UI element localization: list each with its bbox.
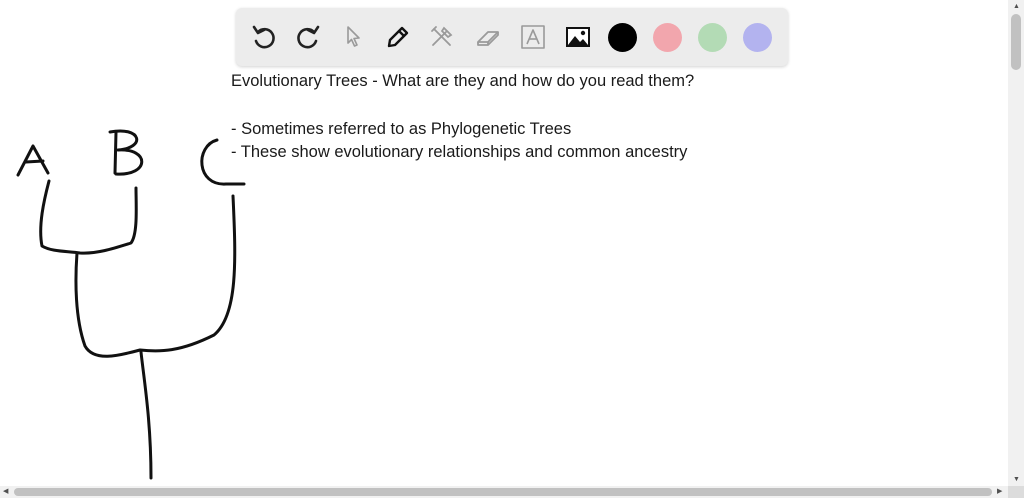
image-icon xyxy=(566,27,590,47)
eraser-tool-button[interactable] xyxy=(473,22,503,52)
text-tool-button[interactable] xyxy=(518,22,548,52)
horizontal-scroll-thumb[interactable] xyxy=(14,488,992,496)
undo-button[interactable] xyxy=(249,22,279,52)
scrollbar-corner xyxy=(1008,486,1024,498)
notes-title: Evolutionary Trees - What are they and h… xyxy=(231,72,695,90)
color-swatch-lavender[interactable] xyxy=(743,23,772,52)
eraser-icon xyxy=(477,31,499,46)
color-swatch-black[interactable] xyxy=(608,23,637,52)
horizontal-scrollbar[interactable]: ◀ ▶ xyxy=(0,486,1008,498)
redo-icon xyxy=(297,25,320,49)
pen-tool-button[interactable] xyxy=(383,22,413,52)
scroll-down-arrow-icon[interactable]: ▼ xyxy=(1013,476,1020,483)
color-swatch-green[interactable] xyxy=(698,23,727,52)
color-swatch-pink[interactable] xyxy=(653,23,682,52)
undo-icon xyxy=(252,25,275,49)
tools-icon xyxy=(431,26,453,46)
notes-bullet-2: - These show evolutionary relationships … xyxy=(231,143,688,161)
notes-bullet-1: - Sometimes referred to as Phylogenetic … xyxy=(231,120,572,138)
scroll-left-arrow-icon[interactable]: ◀ xyxy=(3,488,8,495)
pen-icon xyxy=(387,26,409,48)
select-tool-button[interactable] xyxy=(338,22,368,52)
text-icon xyxy=(521,25,545,49)
redo-button[interactable] xyxy=(293,22,323,52)
scroll-right-arrow-icon[interactable]: ▶ xyxy=(997,488,1002,495)
scroll-up-arrow-icon[interactable]: ▲ xyxy=(1013,3,1020,10)
select-pointer-icon xyxy=(347,26,360,47)
image-tool-button[interactable] xyxy=(563,22,593,52)
vertical-scroll-thumb[interactable] xyxy=(1011,14,1021,70)
tools-button[interactable] xyxy=(427,22,457,52)
drawing-toolbar xyxy=(236,8,788,66)
vertical-scrollbar[interactable]: ▲ ▼ xyxy=(1008,0,1024,486)
